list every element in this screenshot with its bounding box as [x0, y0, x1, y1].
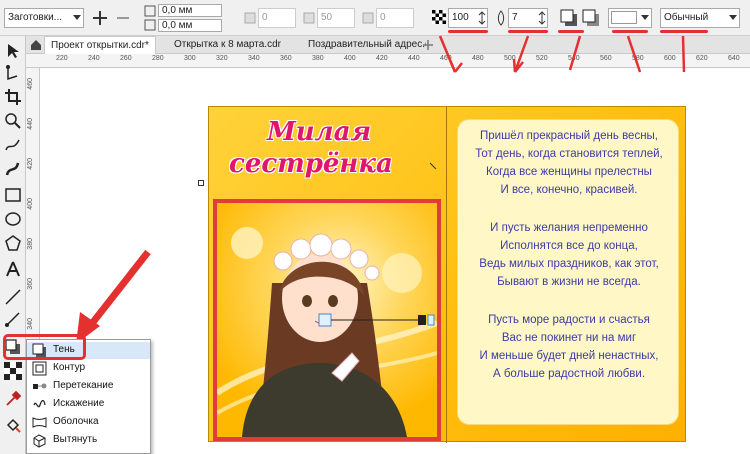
flyout-item-contour[interactable]: Контур [27, 360, 150, 377]
flyout-item-extrude[interactable]: Вытянуть [27, 432, 150, 449]
flyout-item-distort[interactable]: Искажение [27, 396, 150, 413]
flyout-item-envelope[interactable]: Оболочка [27, 414, 150, 431]
distort-icon [33, 399, 46, 408]
envelope-icon [32, 417, 47, 428]
flyout-label: Контур [53, 362, 86, 373]
extrude-icon [33, 434, 46, 448]
flyout-label: Искажение [53, 398, 105, 409]
flyout-label: Вытянуть [53, 434, 98, 445]
flyout-item-blend[interactable]: Перетекание [27, 378, 150, 395]
blend-icon [33, 383, 47, 389]
contour-icon [32, 361, 47, 376]
shadow-tool-highlight [3, 334, 86, 360]
flyout-label: Оболочка [53, 416, 99, 427]
coreldraw-window: Заготовки... 0,0 мм 0,0 мм 0 50 0 100 7 [0, 0, 750, 454]
flyout-label: Перетекание [53, 380, 114, 391]
